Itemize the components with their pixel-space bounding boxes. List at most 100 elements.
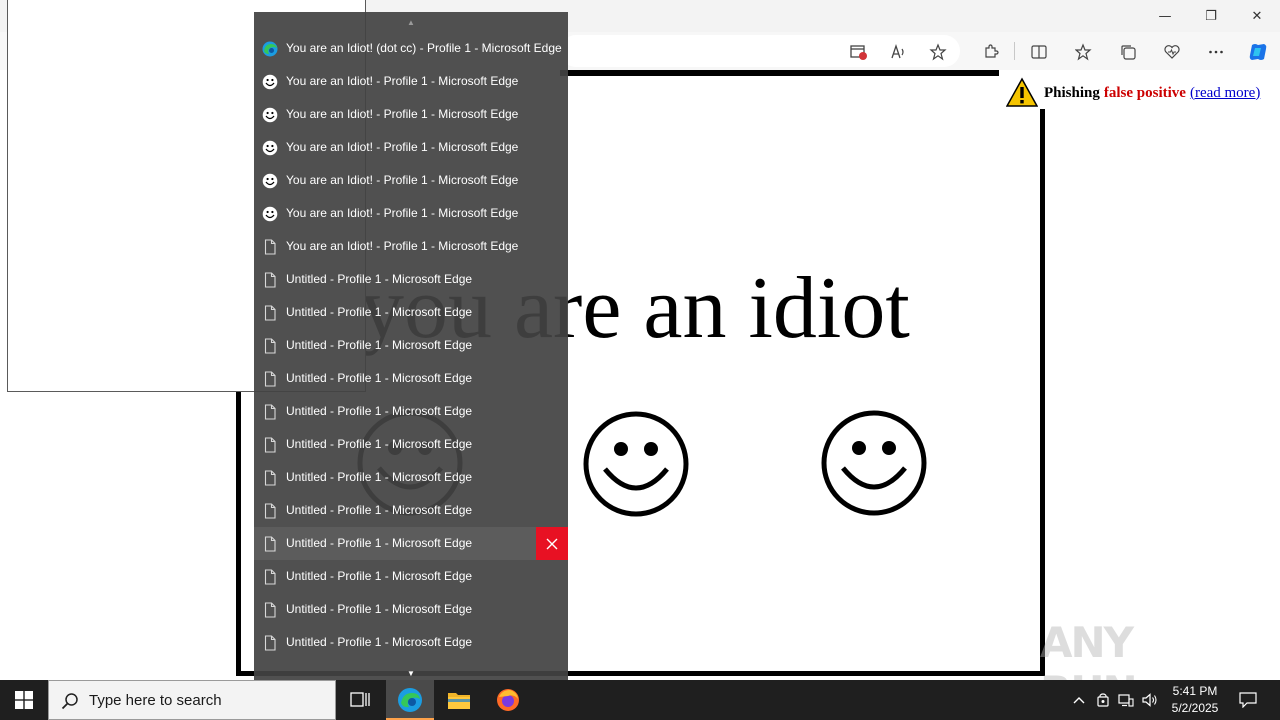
windows-logo-icon bbox=[15, 691, 33, 709]
page-icon bbox=[262, 272, 278, 288]
jump-list-item[interactable]: You are an Idiot! - Profile 1 - Microsof… bbox=[254, 131, 568, 164]
favorite-star-icon[interactable] bbox=[926, 40, 950, 64]
scroll-up-arrow-icon[interactable]: ▲ bbox=[254, 12, 568, 32]
edge-icon bbox=[262, 41, 278, 57]
jump-list-item[interactable]: Untitled - Profile 1 - Microsoft Edge bbox=[254, 593, 568, 626]
page-icon bbox=[262, 239, 278, 255]
page-icon bbox=[262, 338, 278, 354]
jump-list-item[interactable]: Untitled - Profile 1 - Microsoft Edge bbox=[254, 494, 568, 527]
taskbar-file-explorer-app[interactable] bbox=[435, 680, 483, 720]
jump-list-item[interactable]: Untitled - Profile 1 - Microsoft Edge bbox=[254, 626, 568, 659]
notifications-icon[interactable] bbox=[1234, 680, 1262, 720]
network-icon[interactable] bbox=[1116, 680, 1136, 720]
page-icon bbox=[262, 371, 278, 387]
close-button[interactable]: ✕ bbox=[1234, 0, 1280, 32]
anyrun-watermark: ANY RUN bbox=[1040, 610, 1240, 716]
taskbar: Type here to search 5:41 PM 5/2/2025 bbox=[0, 680, 1280, 720]
jump-list-item-label: Untitled - Profile 1 - Microsoft Edge bbox=[286, 569, 473, 583]
warning-icon bbox=[1006, 77, 1038, 107]
jump-list-item[interactable]: Untitled - Profile 1 - Microsoft Edge bbox=[254, 527, 568, 560]
jump-list-item[interactable]: You are an Idiot! - Profile 1 - Microsof… bbox=[254, 65, 568, 98]
jump-list-item-label: Untitled - Profile 1 - Microsoft Edge bbox=[286, 470, 473, 484]
clock-date: 5/2/2025 bbox=[1171, 701, 1219, 715]
search-placeholder: Type here to search bbox=[89, 692, 222, 709]
defender-icon[interactable] bbox=[1094, 680, 1112, 720]
jump-list-item-label: Untitled - Profile 1 - Microsoft Edge bbox=[286, 602, 473, 616]
jump-list-item-label: You are an Idiot! - Profile 1 - Microsof… bbox=[286, 239, 519, 253]
taskbar-window-list: ▲ You are an Idiot! (dot cc) - Profile 1… bbox=[254, 12, 568, 680]
folder-icon bbox=[448, 693, 470, 709]
page-icon bbox=[262, 602, 278, 618]
volume-icon[interactable] bbox=[1140, 680, 1160, 720]
jump-list-item[interactable]: Untitled - Profile 1 - Microsoft Edge bbox=[254, 296, 568, 329]
smiley-icon bbox=[262, 74, 278, 90]
jump-list-item[interactable]: Untitled - Profile 1 - Microsoft Edge bbox=[254, 395, 568, 428]
phishing-notice: Phishing false positive (read more) bbox=[1006, 77, 1260, 109]
scroll-down-arrow-icon[interactable]: ▼ bbox=[254, 666, 568, 680]
taskbar-clock[interactable]: 5:41 PM 5/2/2025 bbox=[1164, 683, 1226, 717]
close-icon bbox=[546, 538, 558, 549]
smiley-face-icon bbox=[583, 411, 689, 517]
smiley-icon bbox=[262, 206, 278, 222]
jump-list-item[interactable]: You are an Idiot! - Profile 1 - Microsof… bbox=[254, 98, 568, 131]
jump-list-item[interactable]: Untitled - Profile 1 - Microsoft Edge bbox=[254, 362, 568, 395]
jump-list-item[interactable]: Untitled - Profile 1 - Microsoft Edge bbox=[254, 329, 568, 362]
firefox-icon bbox=[497, 689, 519, 711]
collections-icon[interactable] bbox=[1116, 40, 1140, 64]
extensions-icon[interactable] bbox=[979, 40, 1003, 64]
more-options-icon[interactable] bbox=[1204, 40, 1228, 64]
jump-list-item[interactable]: Untitled - Profile 1 - Microsoft Edge bbox=[254, 263, 568, 296]
toolbar-divider bbox=[1014, 42, 1015, 60]
read-more-link[interactable]: (read more) bbox=[1190, 85, 1260, 102]
jump-list-item[interactable]: Untitled - Profile 1 - Microsoft Edge bbox=[254, 461, 568, 494]
page-icon bbox=[262, 536, 278, 552]
jump-list-item[interactable]: Untitled - Profile 1 - Microsoft Edge bbox=[254, 560, 568, 593]
read-aloud-icon[interactable] bbox=[886, 40, 910, 64]
jump-list-item-label: Untitled - Profile 1 - Microsoft Edge bbox=[286, 371, 473, 385]
jump-list-item[interactable]: You are an Idiot! - Profile 1 - Microsof… bbox=[254, 164, 568, 197]
jump-list-item-label: You are an Idiot! - Profile 1 - Microsof… bbox=[286, 107, 519, 121]
smiley-icon bbox=[262, 140, 278, 156]
jump-list-item-label: You are an Idiot! - Profile 1 - Microsof… bbox=[286, 74, 519, 88]
false-positive-label: false positive bbox=[1103, 84, 1186, 101]
jump-list-item-label: Untitled - Profile 1 - Microsoft Edge bbox=[286, 404, 473, 418]
jump-list-item-label: Untitled - Profile 1 - Microsoft Edge bbox=[286, 338, 473, 352]
page-icon bbox=[262, 437, 278, 453]
frame-top-border bbox=[560, 70, 999, 76]
jump-list-item-label: Untitled - Profile 1 - Microsoft Edge bbox=[286, 536, 473, 550]
jump-list-item-label: You are an Idiot! - Profile 1 - Microsof… bbox=[286, 140, 519, 154]
browser-essentials-icon[interactable] bbox=[1160, 40, 1184, 64]
page-icon bbox=[262, 635, 278, 651]
jump-list-item-label: Untitled - Profile 1 - Microsoft Edge bbox=[286, 437, 473, 451]
desktop: — ❐ ✕ you are an idiot Phishing false po… bbox=[0, 0, 1280, 720]
smiley-face-icon bbox=[821, 410, 927, 516]
task-view-button[interactable] bbox=[336, 680, 384, 720]
taskbar-search-box[interactable]: Type here to search bbox=[48, 680, 336, 720]
page-icon bbox=[262, 404, 278, 420]
jump-list-item[interactable]: You are an Idiot! (dot cc) - Profile 1 -… bbox=[254, 32, 568, 65]
show-hidden-icons[interactable] bbox=[1068, 680, 1090, 720]
jump-list-item[interactable]: You are an Idiot! - Profile 1 - Microsof… bbox=[254, 230, 568, 263]
taskbar-firefox-app[interactable] bbox=[484, 680, 532, 720]
jump-list-item-label: Untitled - Profile 1 - Microsoft Edge bbox=[286, 272, 473, 286]
start-button[interactable] bbox=[0, 680, 48, 720]
restore-button[interactable]: ❐ bbox=[1188, 0, 1234, 32]
jump-list-item-label: You are an Idiot! - Profile 1 - Microsof… bbox=[286, 206, 519, 220]
minimize-button[interactable]: — bbox=[1142, 0, 1188, 32]
jump-list-item-label: You are an Idiot! - Profile 1 - Microsof… bbox=[286, 173, 519, 187]
page-icon bbox=[262, 470, 278, 486]
jump-list-item[interactable]: Untitled - Profile 1 - Microsoft Edge bbox=[254, 428, 568, 461]
split-screen-icon[interactable] bbox=[1027, 40, 1051, 64]
close-window-button[interactable] bbox=[536, 527, 568, 560]
jump-list-item[interactable]: You are an Idiot! - Profile 1 - Microsof… bbox=[254, 197, 568, 230]
favorites-icon[interactable] bbox=[1072, 40, 1096, 64]
copilot-icon[interactable] bbox=[1246, 40, 1270, 64]
popup-blocked-icon[interactable] bbox=[846, 40, 870, 64]
window-controls: — ❐ ✕ bbox=[1142, 0, 1280, 32]
page-icon bbox=[262, 569, 278, 585]
jump-list-item-label: Untitled - Profile 1 - Microsoft Edge bbox=[286, 305, 473, 319]
jump-list-item-label: You are an Idiot! (dot cc) - Profile 1 -… bbox=[286, 41, 562, 55]
taskbar-edge-app[interactable] bbox=[386, 680, 434, 720]
task-view-icon bbox=[350, 692, 370, 707]
clock-time: 5:41 PM bbox=[1172, 684, 1218, 698]
